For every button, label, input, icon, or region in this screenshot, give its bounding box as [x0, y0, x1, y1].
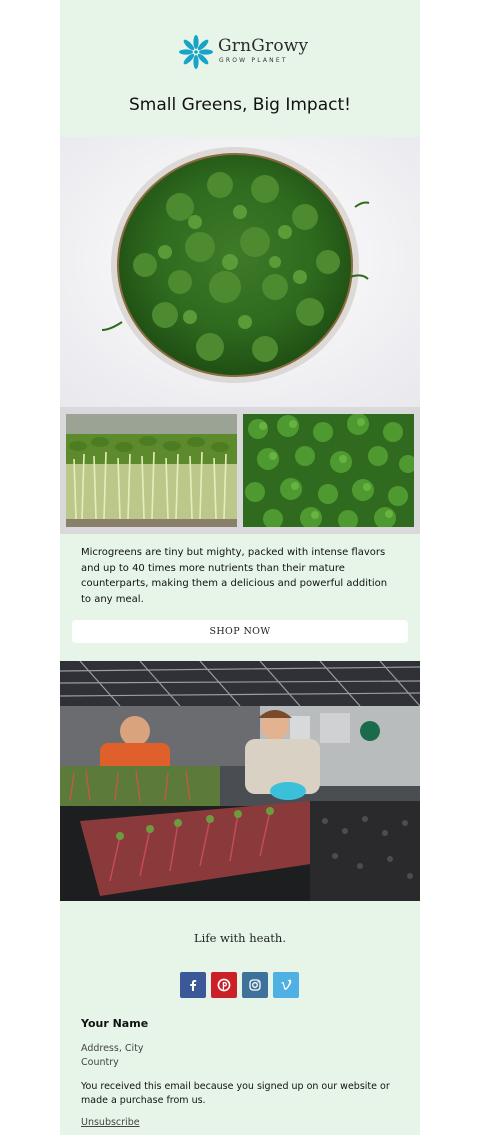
address-line-1: Address, City [81, 1043, 144, 1054]
vimeo-link[interactable] [273, 972, 299, 998]
facebook-link[interactable] [180, 972, 206, 998]
instagram-icon [249, 979, 261, 991]
vimeo-icon [281, 979, 292, 990]
image-pair [60, 407, 420, 534]
instagram-link[interactable] [242, 972, 268, 998]
growing-photo [60, 661, 420, 901]
sender-name: Your Name [81, 1017, 149, 1030]
email-container: GrnGrowy GROW PLANET Small Greens, Big I… [60, 0, 420, 1135]
pinterest-link[interactable] [211, 972, 237, 998]
facebook-icon [190, 980, 197, 991]
shop-now-button[interactable]: SHOP NOW [72, 620, 408, 643]
leaves-closeup-image [243, 414, 414, 527]
flower-icon [179, 35, 213, 69]
brand-tagline: GROW PLANET [219, 57, 288, 64]
headline: Small Greens, Big Impact! [129, 95, 351, 115]
pea-shoots-image [66, 414, 237, 527]
unsubscribe-link[interactable]: Unsubscribe [81, 1117, 140, 1128]
sender-address: Address, City Country [81, 1042, 144, 1069]
description-text: Microgreens are tiny but mighty, packed … [81, 547, 388, 605]
footer-slogan: Life with heath. [194, 931, 286, 945]
brand-name: GrnGrowy [218, 36, 309, 56]
hero-image [60, 137, 420, 407]
brand-logo[interactable]: GrnGrowy GROW PLANET [60, 34, 420, 70]
address-line-2: Country [81, 1056, 119, 1068]
pinterest-icon [217, 978, 231, 992]
subscription-notice: You received this email because you sign… [81, 1081, 390, 1106]
